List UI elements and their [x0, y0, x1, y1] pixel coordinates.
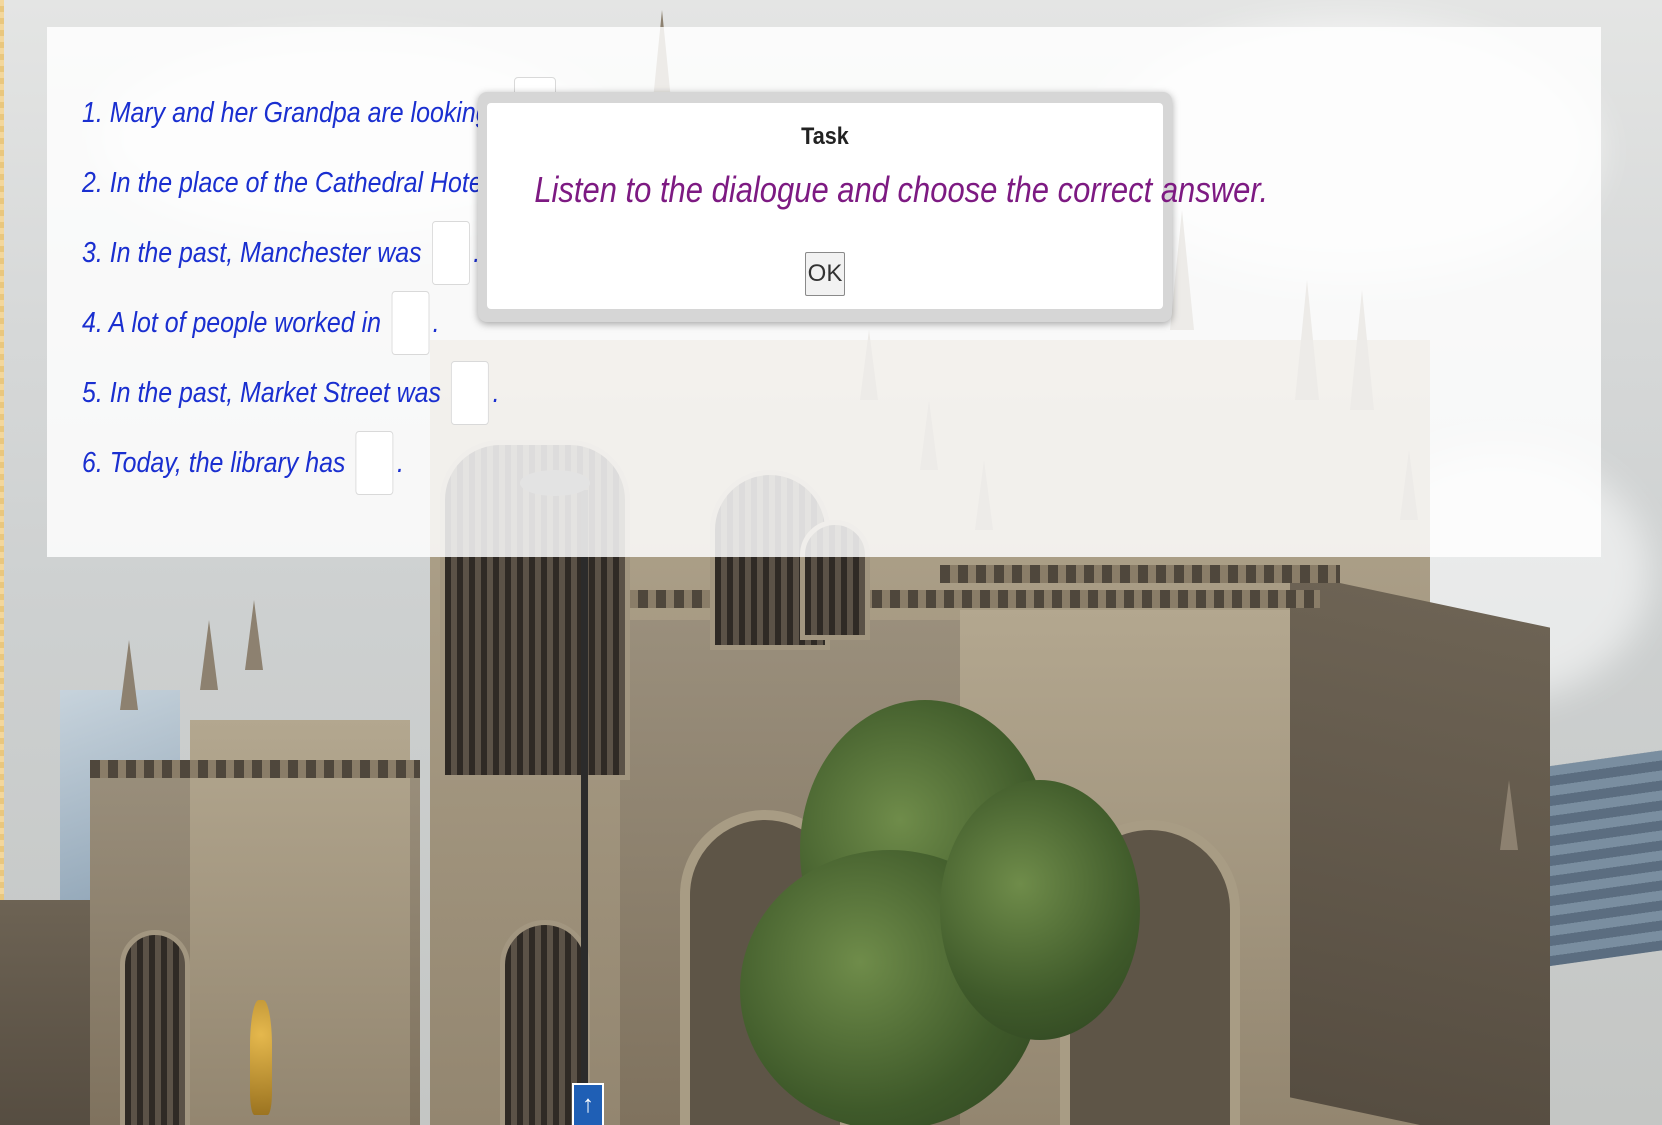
question-6: 6. Today, the library has .	[82, 431, 404, 495]
question-1: 1. Mary and her Grandpa are looking a	[82, 93, 510, 133]
question-4-end: .	[432, 306, 440, 339]
question-2: 2. In the place of the Cathedral Hotel,	[82, 163, 495, 203]
answer-gap-4[interactable]	[391, 291, 430, 355]
answer-gap-5[interactable]	[451, 361, 490, 425]
question-2-text: 2. In the place of the Cathedral Hotel,	[82, 166, 496, 199]
dialog-message: Listen to the dialogue and choose the co…	[534, 169, 1269, 210]
dialog-title: Task	[801, 123, 849, 150]
question-1-text: 1. Mary and her Grandpa are looking a	[82, 96, 511, 129]
question-6-end: .	[397, 446, 404, 479]
task-dialog-body: Task Listen to the dialogue and choose t…	[487, 103, 1269, 309]
ok-button[interactable]: OK	[805, 252, 845, 296]
question-5: 5. In the past, Market Street was .	[82, 361, 500, 425]
question-3-text: 3. In the past, Manchester was	[82, 236, 422, 269]
question-4: 4. A lot of people worked in .	[82, 291, 440, 355]
task-dialog: Task Listen to the dialogue and choose t…	[478, 92, 1269, 322]
question-4-text: 4. A lot of people worked in	[82, 306, 382, 339]
answer-gap-6[interactable]	[355, 431, 394, 495]
question-5-end: .	[492, 376, 500, 409]
question-6-text: 6. Today, the library has	[82, 446, 346, 479]
question-5-text: 5. In the past, Market Street was	[82, 376, 442, 409]
question-3: 3. In the past, Manchester was .	[82, 221, 480, 285]
answer-gap-3[interactable]	[431, 221, 470, 285]
